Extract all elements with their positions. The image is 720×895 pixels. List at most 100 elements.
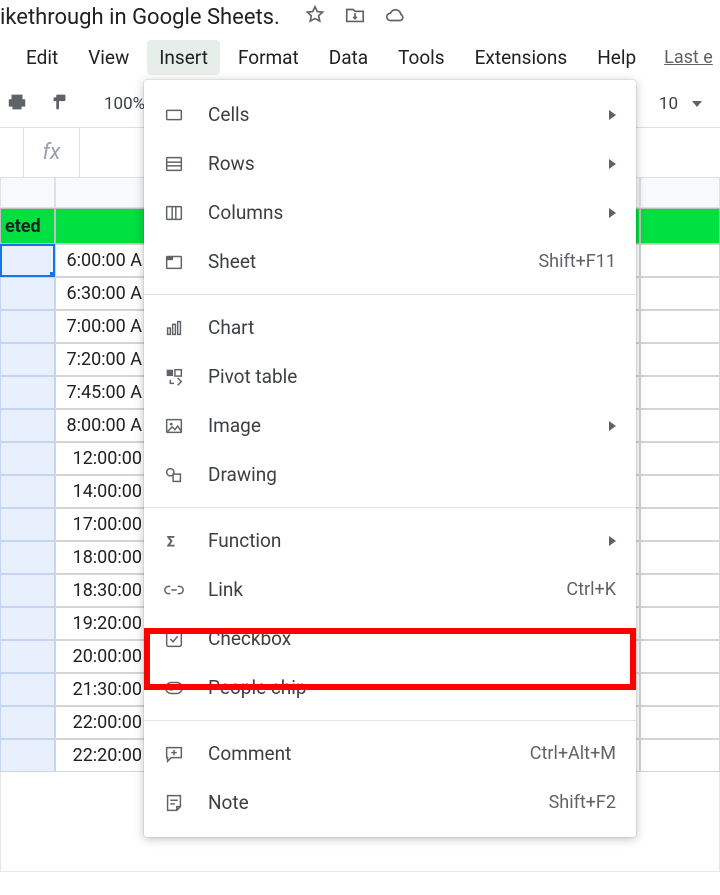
cell[interactable] [640,475,720,508]
insert-pivot-table[interactable]: Pivot table [144,352,636,401]
menu-format[interactable]: Format [226,40,311,75]
cell[interactable] [0,475,55,508]
insert-comment[interactable]: Comment Ctrl+Alt+M [144,729,636,778]
cell[interactable]: 17:00:00 [55,508,149,541]
paint-format-icon[interactable] [48,91,70,117]
zoom-level[interactable]: 100% [104,94,145,114]
header-cell[interactable] [640,208,720,244]
cell[interactable]: 14:00:00 [55,475,149,508]
cell[interactable] [0,706,55,739]
cell[interactable]: 21:30:00 [55,673,149,706]
name-box[interactable] [0,128,24,177]
insert-menu-dropdown: Cells Rows Columns Sheet Shift+F11 Chart… [144,80,636,837]
cell[interactable] [640,640,720,673]
cell[interactable] [640,442,720,475]
menuitem-label: Comment [208,742,508,765]
people-icon [162,677,186,699]
insert-chart[interactable]: Chart [144,303,636,352]
corner-cell[interactable] [0,178,55,208]
move-icon[interactable] [344,4,366,30]
cell[interactable] [640,244,720,277]
cell[interactable]: 7:00:00 A [55,310,149,343]
menu-extensions[interactable]: Extensions [463,40,580,75]
menu-separator [144,507,636,508]
insert-function[interactable]: Σ Function [144,516,636,565]
col-head[interactable] [640,178,720,208]
cell[interactable]: 18:30:00 [55,574,149,607]
cell[interactable]: 7:45:00 A [55,376,149,409]
submenu-arrow-icon [609,536,616,546]
pivot-icon [162,366,186,388]
cell[interactable] [640,277,720,310]
menu-separator [144,720,636,721]
insert-image[interactable]: Image [144,401,636,450]
insert-sheet[interactable]: Sheet Shift+F11 [144,237,636,286]
cell[interactable] [0,508,55,541]
menu-edit[interactable]: Edit [14,40,70,75]
shortcut-label: Ctrl+K [566,579,616,600]
last-edit-link[interactable]: Last e [664,47,713,68]
cell[interactable]: 12:00:00 [55,442,149,475]
cell[interactable] [0,343,55,376]
cell[interactable]: 22:00:00 [55,706,149,739]
menu-tools[interactable]: Tools [386,40,457,75]
cell[interactable]: 20:00:00 [55,640,149,673]
cell[interactable] [640,343,720,376]
chevron-down-icon[interactable] [692,101,702,107]
insert-note[interactable]: Note Shift+F2 [144,778,636,827]
menuitem-label: Rows [208,152,587,175]
comment-icon [162,743,186,765]
cell[interactable] [640,508,720,541]
insert-link[interactable]: Link Ctrl+K [144,565,636,614]
cell[interactable] [0,574,55,607]
font-size[interactable]: 10 [659,94,678,114]
insert-drawing[interactable]: Drawing [144,450,636,499]
insert-checkbox[interactable]: Checkbox [144,614,636,663]
insert-rows[interactable]: Rows [144,139,636,188]
menu-data[interactable]: Data [317,40,380,75]
cell[interactable] [640,310,720,343]
cell[interactable] [0,409,55,442]
cell[interactable]: 22:20:00 [55,739,149,772]
cloud-icon[interactable] [384,4,406,30]
cells-icon [162,104,186,126]
cell[interactable]: 19:20:00 [55,607,149,640]
cell[interactable] [0,673,55,706]
cell[interactable]: 6:30:00 A [55,277,149,310]
insert-cells[interactable]: Cells [144,90,636,139]
insert-people-chip[interactable]: People chip [144,663,636,712]
cell[interactable] [0,541,55,574]
document-title[interactable]: ikethrough in Google Sheets. [0,5,280,30]
cell[interactable] [640,607,720,640]
selection-handle[interactable] [50,272,55,277]
cell[interactable] [0,310,55,343]
cell[interactable] [640,706,720,739]
cell[interactable] [640,376,720,409]
menu-view[interactable]: View [76,40,141,75]
menu-insert[interactable]: Insert [147,40,220,75]
cell[interactable]: 18:00:00 [55,541,149,574]
cell[interactable] [0,442,55,475]
cell[interactable] [640,409,720,442]
print-icon[interactable] [6,91,28,117]
cell[interactable] [640,673,720,706]
star-icon[interactable] [304,4,326,30]
cell[interactable]: 6:00:00 A [55,244,149,277]
cell[interactable] [0,607,55,640]
header-cell[interactable] [55,208,149,244]
cell[interactable] [0,739,55,772]
cell[interactable] [0,640,55,673]
cell[interactable]: 7:20:00 A [55,343,149,376]
submenu-arrow-icon [609,208,616,218]
col-head[interactable] [55,178,149,208]
menu-help[interactable]: Help [585,40,648,75]
cell[interactable]: 8:00:00 A [55,409,149,442]
cell[interactable] [0,277,55,310]
cell[interactable] [640,574,720,607]
cell-selected[interactable] [0,244,55,277]
header-cell[interactable]: eted [0,208,55,244]
cell[interactable] [640,541,720,574]
cell[interactable] [0,376,55,409]
insert-columns[interactable]: Columns [144,188,636,237]
cell[interactable] [640,739,720,772]
